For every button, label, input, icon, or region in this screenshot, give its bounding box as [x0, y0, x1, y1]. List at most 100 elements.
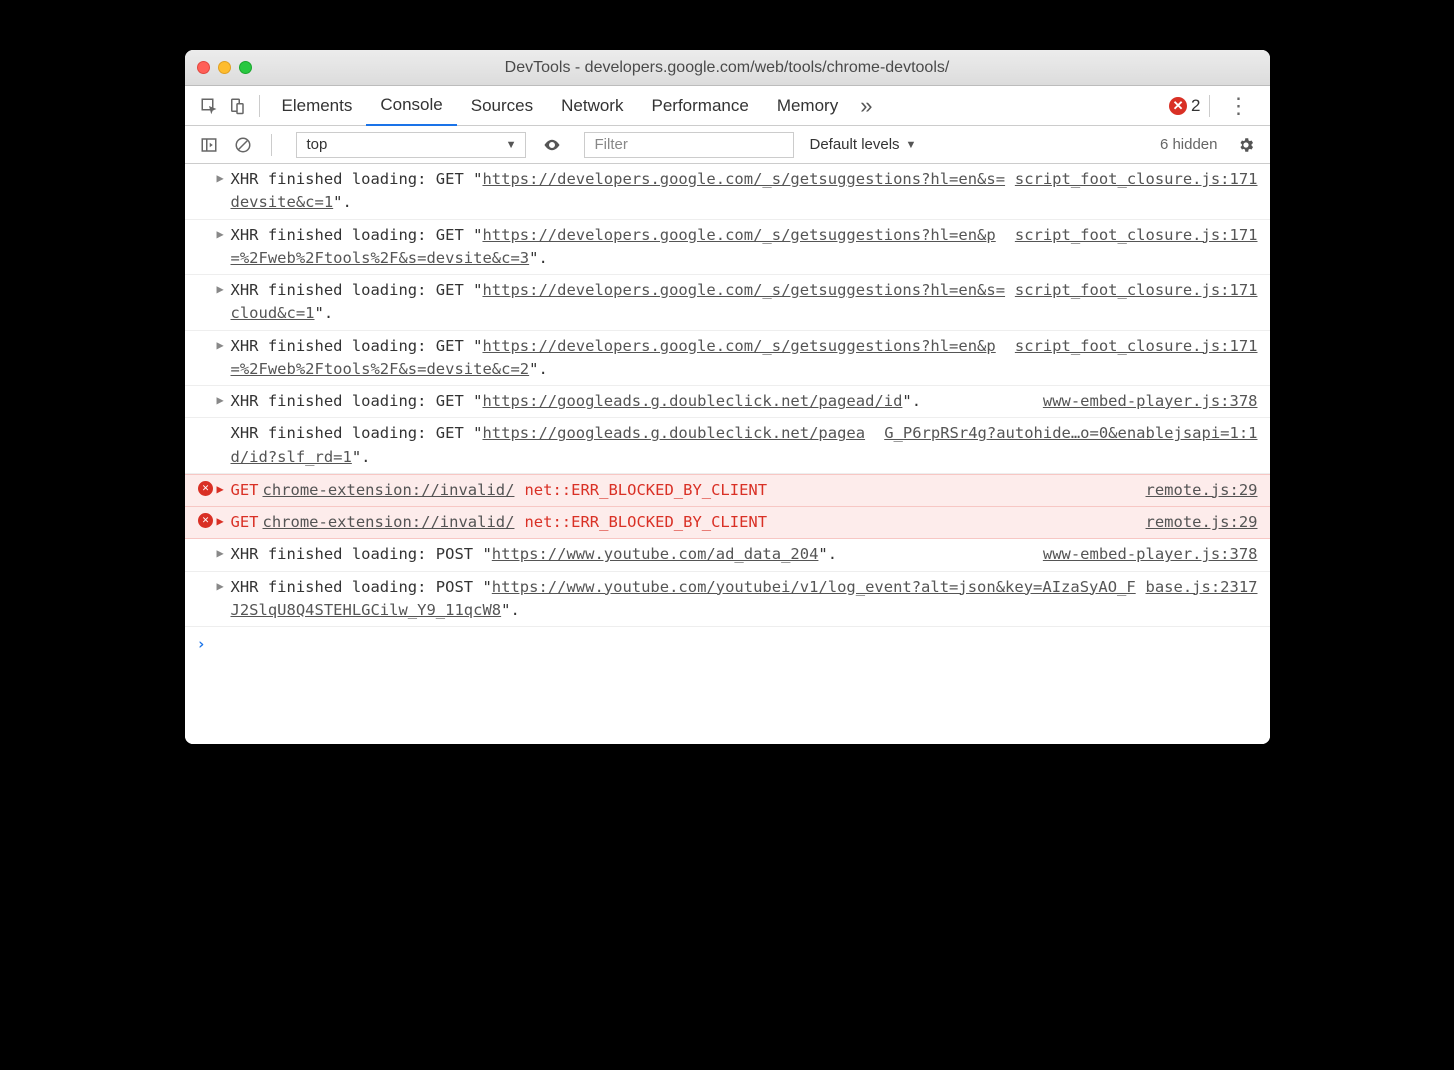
console-prompt[interactable]: ›: [185, 627, 1270, 662]
tab-memory[interactable]: Memory: [763, 86, 852, 126]
row-icon-empty: [195, 422, 217, 424]
divider: [259, 95, 260, 117]
source-link[interactable]: script_foot_closure.js:171: [1015, 224, 1258, 247]
source-link[interactable]: script_foot_closure.js:171: [1015, 335, 1258, 358]
error-icon: ✕: [195, 511, 217, 528]
fullscreen-icon[interactable]: [239, 61, 252, 74]
disclosure-icon[interactable]: ▶: [217, 511, 231, 530]
source-link[interactable]: G_P6rpRSr4g?autohide…o=0&enablejsapi=1:1: [884, 422, 1257, 445]
console-body[interactable]: ▶XHR finished loading: GET "https://deve…: [185, 164, 1270, 744]
console-error-row[interactable]: ✕▶GETchrome-extension://invalid/net::ERR…: [185, 506, 1270, 539]
window-title: DevTools - developers.google.com/web/too…: [197, 59, 1258, 77]
row-icon-empty: [195, 335, 217, 337]
source-link[interactable]: www-embed-player.js:378: [1043, 543, 1258, 566]
log-message: XHR finished loading: POST "https://www.…: [231, 576, 1146, 623]
log-message: XHR finished loading: POST "https://www.…: [231, 543, 1043, 566]
row-icon-empty: [195, 576, 217, 578]
close-icon[interactable]: [197, 61, 210, 74]
log-prefix: XHR finished loading: GET ": [231, 226, 483, 244]
tab-network[interactable]: Network: [547, 86, 637, 126]
console-log-row[interactable]: XHR finished loading: GET "https://googl…: [185, 418, 1270, 474]
context-select[interactable]: top: [296, 132, 526, 158]
error-status: net::ERR_BLOCKED_BY_CLIENT: [524, 481, 767, 499]
row-icon-empty: [195, 390, 217, 392]
kebab-menu-icon[interactable]: ⋮: [1218, 93, 1260, 119]
disclosure-icon[interactable]: ▶: [217, 168, 231, 187]
row-icon-empty: [195, 168, 217, 170]
console-log-row[interactable]: ▶XHR finished loading: GET "https://deve…: [185, 331, 1270, 387]
tab-sources[interactable]: Sources: [457, 86, 547, 126]
console-log-row[interactable]: ▶XHR finished loading: GET "https://deve…: [185, 164, 1270, 220]
console-log-row[interactable]: ▶XHR finished loading: POST "https://www…: [185, 539, 1270, 571]
live-expression-icon[interactable]: [538, 131, 566, 159]
log-message: XHR finished loading: GET "https://googl…: [231, 390, 1043, 413]
log-message: XHR finished loading: GET "https://devel…: [231, 224, 1015, 271]
disclosure-icon[interactable]: ▶: [217, 479, 231, 498]
tabs-container: ElementsConsoleSourcesNetworkPerformance…: [268, 86, 853, 126]
log-prefix: XHR finished loading: GET ": [231, 337, 483, 355]
request-url[interactable]: chrome-extension://invalid/: [263, 513, 515, 531]
source-link[interactable]: remote.js:29: [1146, 511, 1258, 534]
console-log-row[interactable]: ▶XHR finished loading: GET "https://goog…: [185, 386, 1270, 418]
request-url[interactable]: https://www.youtube.com/ad_data_204: [492, 545, 819, 563]
disclosure-icon[interactable]: ▶: [217, 279, 231, 298]
source-link[interactable]: script_foot_closure.js:171: [1015, 168, 1258, 191]
tab-performance[interactable]: Performance: [637, 86, 762, 126]
log-suffix: ".: [352, 448, 371, 466]
request-url[interactable]: https://googleads.g.doubleclick.net/page…: [482, 392, 902, 410]
console-log-row[interactable]: ▶XHR finished loading: POST "https://www…: [185, 572, 1270, 628]
log-message: XHR finished loading: GET "https://devel…: [231, 168, 1015, 215]
disclosure-icon[interactable]: ▶: [217, 543, 231, 562]
tab-console[interactable]: Console: [366, 86, 456, 126]
toggle-drawer-icon[interactable]: [195, 131, 223, 159]
log-prefix: XHR finished loading: POST ": [231, 545, 492, 563]
disclosure-icon[interactable]: ▶: [217, 390, 231, 409]
http-method: GET: [231, 481, 259, 499]
error-badge-icon[interactable]: ✕: [1169, 97, 1187, 115]
request-url[interactable]: chrome-extension://invalid/: [263, 481, 515, 499]
log-suffix: ".: [333, 193, 352, 211]
source-link[interactable]: script_foot_closure.js:171: [1015, 279, 1258, 302]
log-prefix: XHR finished loading: GET ": [231, 170, 483, 188]
source-link[interactable]: remote.js:29: [1146, 479, 1258, 502]
gear-icon[interactable]: [1232, 131, 1260, 159]
log-message: XHR finished loading: GET "https://googl…: [231, 422, 885, 469]
context-value: top: [307, 136, 328, 153]
source-link[interactable]: base.js:2317: [1146, 576, 1258, 599]
log-message: XHR finished loading: GET "https://devel…: [231, 335, 1015, 382]
error-status: net::ERR_BLOCKED_BY_CLIENT: [524, 513, 767, 531]
log-suffix: ".: [902, 392, 921, 410]
disclosure-icon[interactable]: ▶: [217, 576, 231, 595]
inspect-icon[interactable]: [195, 92, 223, 120]
console-log-row[interactable]: ▶XHR finished loading: GET "https://deve…: [185, 220, 1270, 276]
titlebar[interactable]: DevTools - developers.google.com/web/too…: [185, 50, 1270, 86]
traffic-lights: [197, 61, 252, 74]
device-toggle-icon[interactable]: [223, 92, 251, 120]
minimize-icon[interactable]: [218, 61, 231, 74]
row-icon-empty: [195, 543, 217, 545]
divider: [271, 134, 272, 156]
log-suffix: ".: [501, 601, 520, 619]
disclosure-icon[interactable]: [217, 422, 231, 423]
console-log-row[interactable]: ▶XHR finished loading: GET "https://deve…: [185, 275, 1270, 331]
filter-input[interactable]: [584, 132, 794, 158]
row-icon-empty: [195, 279, 217, 281]
error-count[interactable]: 2: [1191, 96, 1200, 116]
devtools-window: DevTools - developers.google.com/web/too…: [185, 50, 1270, 744]
console-toolbar: top Default levels ▼ 6 hidden: [185, 126, 1270, 164]
log-prefix: XHR finished loading: GET ": [231, 392, 483, 410]
disclosure-icon[interactable]: ▶: [217, 335, 231, 354]
log-suffix: ".: [818, 545, 837, 563]
console-error-row[interactable]: ✕▶GETchrome-extension://invalid/net::ERR…: [185, 474, 1270, 507]
disclosure-icon[interactable]: ▶: [217, 224, 231, 243]
log-prefix: XHR finished loading: GET ": [231, 281, 483, 299]
source-link[interactable]: www-embed-player.js:378: [1043, 390, 1258, 413]
tabs-overflow-icon[interactable]: »: [852, 93, 880, 119]
clear-console-icon[interactable]: [229, 131, 257, 159]
hidden-count[interactable]: 6 hidden: [1160, 136, 1218, 153]
log-prefix: XHR finished loading: GET ": [231, 424, 483, 442]
tab-elements[interactable]: Elements: [268, 86, 367, 126]
log-prefix: XHR finished loading: POST ": [231, 578, 492, 596]
log-message: GETchrome-extension://invalid/net::ERR_B…: [231, 511, 1146, 534]
log-levels-select[interactable]: Default levels ▼: [810, 136, 917, 153]
